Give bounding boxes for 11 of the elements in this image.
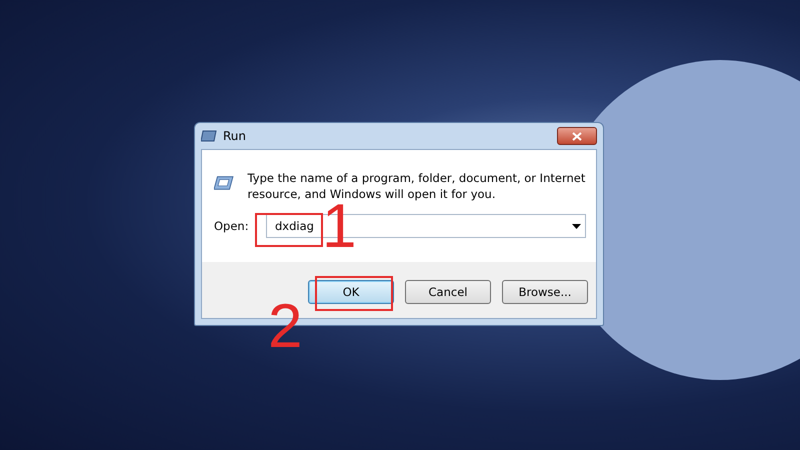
dialog-button[interactable]: OK [308, 280, 394, 304]
close-icon [572, 132, 582, 140]
close-button[interactable] [557, 127, 597, 145]
highlight-frame [255, 213, 323, 247]
open-label: Open: [214, 219, 250, 233]
dropdown-arrow-icon[interactable] [572, 224, 581, 228]
window-title: Run [223, 129, 248, 143]
dialog-button[interactable]: Cancel [405, 280, 491, 304]
instruction-text: Type the name of a program, folder, document, or Internet resource, and Windows will open it for you. [248, 170, 586, 202]
run-icon [201, 130, 217, 142]
dialog-button[interactable]: Browse... [502, 280, 588, 304]
